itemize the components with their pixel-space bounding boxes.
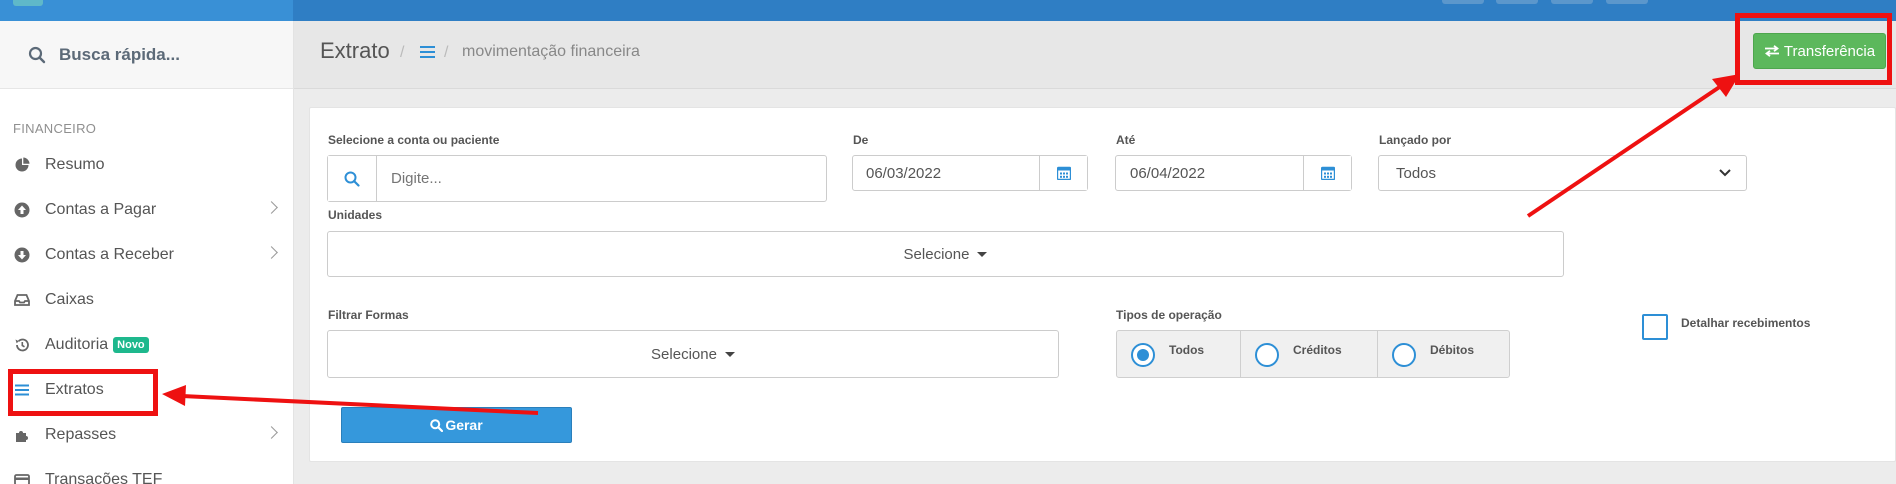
- inbox-icon: [13, 291, 31, 309]
- op-types-group: Todos Créditos Débitos: [1116, 330, 1510, 378]
- forms-label: Filtrar Formas: [328, 308, 409, 322]
- radio-label: Débitos: [1430, 343, 1475, 357]
- units-value: Selecione: [903, 245, 970, 263]
- sidebar-item-resumo[interactable]: Resumo: [0, 145, 293, 185]
- date-from-label: De: [853, 133, 869, 147]
- credit-card-icon: [13, 471, 31, 484]
- arrow-down-circle-icon: [13, 246, 31, 264]
- calendar-icon: [1056, 166, 1071, 180]
- list-icon[interactable]: [420, 45, 435, 64]
- search-icon: [430, 418, 444, 432]
- radio-debitos[interactable]: Débitos: [1378, 331, 1509, 377]
- posted-by-value: Todos: [1396, 164, 1437, 182]
- account-search-field[interactable]: [327, 155, 827, 202]
- new-badge: Novo: [113, 337, 149, 353]
- extratos-highlight-box: [8, 369, 158, 416]
- sidebar-item-transacoes-tef[interactable]: Transações TEF: [0, 460, 293, 484]
- generate-button[interactable]: Gerar: [341, 407, 572, 443]
- account-search-input[interactable]: [377, 156, 826, 201]
- arrow-up-circle-icon: [13, 201, 31, 219]
- units-select[interactable]: Selecione: [327, 231, 1564, 277]
- radio-unselected: [1255, 343, 1279, 367]
- history-icon: [13, 336, 31, 354]
- sidebar-item-repasses[interactable]: Repasses: [0, 415, 293, 455]
- radio-dot: [1137, 349, 1149, 361]
- topbar-button[interactable]: [1496, 0, 1538, 4]
- quick-search[interactable]: Busca rápida...: [0, 21, 293, 89]
- sidebar-item-contas-a-receber[interactable]: Contas a Receber: [0, 235, 293, 275]
- units-label: Unidades: [328, 208, 383, 222]
- date-from-value: 06/03/2022: [866, 164, 942, 182]
- date-to-field[interactable]: 06/04/2022: [1115, 155, 1352, 191]
- topbar-button[interactable]: [1551, 0, 1593, 4]
- pie-chart-icon: [13, 156, 31, 174]
- breadcrumb[interactable]: movimentação financeira: [462, 43, 640, 61]
- section-title: FINANCEIRO: [13, 121, 97, 136]
- sidebar-item-contas-a-pagar[interactable]: Contas a Pagar: [0, 190, 293, 230]
- date-to-label: Até: [1116, 133, 1136, 147]
- chevron-down-icon: [1719, 169, 1731, 177]
- forms-value: Selecione: [651, 345, 717, 363]
- sidebar-item-label: Repasses: [45, 426, 117, 443]
- radio-todos[interactable]: Todos: [1117, 331, 1241, 377]
- detail-checkbox[interactable]: [1642, 314, 1668, 340]
- topbar-button[interactable]: [1442, 0, 1484, 4]
- sidebar-item-label: Contas a Receber: [45, 246, 174, 263]
- calendar-button[interactable]: [1039, 156, 1087, 190]
- sidebar-item-auditoria[interactable]: Auditoria Novo: [0, 325, 293, 365]
- page-title: Extrato: [320, 38, 390, 63]
- radio-selected: [1131, 343, 1155, 367]
- posted-by-select[interactable]: Todos: [1378, 155, 1747, 191]
- radio-unselected: [1392, 343, 1416, 367]
- logo-area: [0, 0, 293, 21]
- calendar-button[interactable]: [1303, 156, 1351, 190]
- search-icon: [28, 46, 46, 63]
- sidebar-item-label: Transações TEF: [45, 471, 163, 484]
- sidebar-item-label: Contas a Pagar: [45, 201, 157, 218]
- chevron-right-icon: [265, 246, 278, 259]
- generate-button-label: Gerar: [445, 417, 483, 433]
- radio-creditos[interactable]: Créditos: [1241, 331, 1378, 377]
- quick-search-label: Busca rápida...: [59, 44, 180, 64]
- app-logo[interactable]: [13, 0, 43, 6]
- op-types-label: Tipos de operação: [1116, 308, 1222, 322]
- date-to-value: 06/04/2022: [1130, 164, 1206, 182]
- account-label: Selecione a conta ou paciente: [328, 133, 500, 147]
- search-icon: [344, 171, 360, 187]
- topbar-button[interactable]: [1606, 0, 1648, 4]
- chevron-right-icon: [265, 426, 278, 439]
- sidebar-item-label: Resumo: [45, 156, 105, 173]
- sidebar-item-label: Auditoria: [45, 336, 109, 353]
- search-addon[interactable]: [328, 156, 377, 201]
- sidebar-item-label: Caixas: [45, 291, 94, 308]
- chevron-right-icon: [265, 201, 278, 214]
- transfer-highlight-box: [1735, 13, 1892, 85]
- sidebar-item-caixas[interactable]: Caixas: [0, 280, 293, 320]
- calendar-icon: [1320, 166, 1335, 180]
- page-header: Extrato / / movimentação financeira Tran…: [294, 21, 1896, 89]
- date-from-field[interactable]: 06/03/2022: [852, 155, 1088, 191]
- puzzle-icon: [13, 426, 31, 444]
- forms-select[interactable]: Selecione: [327, 330, 1059, 378]
- caret-down-icon: [724, 351, 735, 357]
- radio-label: Todos: [1169, 343, 1205, 357]
- breadcrumb-separator: /: [400, 44, 405, 61]
- radio-label: Créditos: [1293, 343, 1342, 357]
- posted-by-label: Lançado por: [1379, 133, 1452, 147]
- caret-down-icon: [977, 251, 988, 257]
- breadcrumb-separator: /: [444, 44, 449, 61]
- top-bar: [0, 0, 1896, 21]
- detail-label: Detalhar recebimentos: [1681, 316, 1811, 330]
